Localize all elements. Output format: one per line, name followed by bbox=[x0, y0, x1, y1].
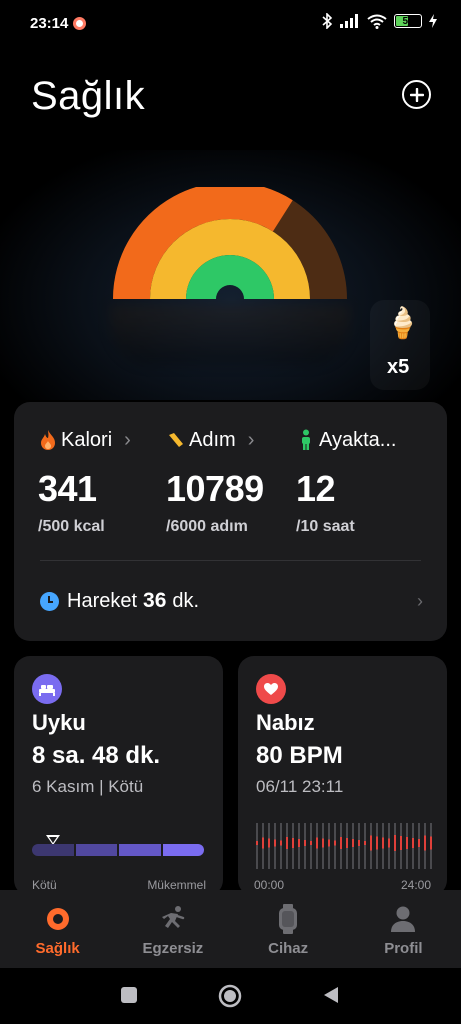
move-label: Hareket bbox=[67, 589, 138, 612]
sleep-quality-bar bbox=[32, 844, 204, 856]
bluetooth-icon bbox=[322, 13, 333, 29]
metric-calories[interactable]: Kalori › 341 /500 kcal bbox=[38, 428, 131, 536]
metric-value: 341 bbox=[38, 468, 97, 509]
rings-reflection bbox=[110, 305, 350, 365]
sleep-card[interactable]: Uyku 8 sa. 48 dk. 6 Kasım | Kötü Kötü Mü… bbox=[14, 656, 223, 896]
metric-standing[interactable]: Ayakta... 12 /10 saat bbox=[296, 428, 396, 536]
nav-item-saglik[interactable]: Sağlık bbox=[0, 890, 115, 968]
sleep-bar-segment bbox=[32, 844, 74, 856]
nav-item-egzersiz[interactable]: Egzersiz bbox=[115, 890, 230, 968]
heart-rate-chart bbox=[256, 823, 432, 869]
heart-rate-title: Nabız bbox=[256, 710, 315, 735]
sleep-subtitle: 6 Kasım | Kötü bbox=[32, 777, 144, 796]
wifi-icon bbox=[367, 14, 387, 29]
status-bar: 23:14 52 bbox=[0, 0, 461, 48]
move-unit: dk. bbox=[172, 589, 200, 612]
sleep-bar-segment bbox=[119, 844, 161, 856]
clock-icon bbox=[40, 591, 59, 611]
metric-goal: /10 saat bbox=[296, 518, 355, 535]
metric-value: 12 bbox=[296, 468, 336, 509]
page-title: Sağlık bbox=[31, 74, 146, 118]
plus-icon bbox=[409, 87, 424, 102]
nav-item-cihaz[interactable]: Cihaz bbox=[231, 890, 346, 968]
back-icon[interactable] bbox=[322, 986, 340, 1004]
flame-icon bbox=[41, 430, 55, 450]
chevron-right-icon: › bbox=[124, 428, 131, 451]
charging-icon bbox=[429, 14, 437, 28]
nav-item-profil[interactable]: Profil bbox=[346, 890, 461, 968]
heart-rate-time: 06/11 23:11 bbox=[256, 777, 344, 796]
battery-level: 52 bbox=[402, 15, 414, 27]
profile-icon bbox=[388, 904, 418, 934]
heart-rate-card[interactable]: Nabız 80 BPM 06/11 23:11 00:00 24:00 bbox=[238, 656, 447, 896]
battery-icon: 52 bbox=[394, 14, 422, 28]
watch-icon bbox=[273, 904, 303, 934]
divider bbox=[40, 560, 421, 561]
heart-rate-value: 80 BPM bbox=[256, 742, 343, 769]
chevron-right-icon: › bbox=[247, 428, 255, 451]
status-icons: 52 bbox=[322, 13, 437, 29]
metric-goal: /500 kcal bbox=[38, 518, 105, 535]
running-icon bbox=[158, 904, 188, 934]
health-ring-icon bbox=[43, 904, 73, 934]
chevron-right-icon: › bbox=[417, 590, 423, 611]
person-standing-icon bbox=[302, 429, 310, 450]
sleep-value: 8 sa. 48 dk. bbox=[32, 742, 161, 769]
add-button[interactable] bbox=[402, 80, 431, 109]
recording-indicator-icon bbox=[73, 17, 86, 30]
nav-label: Sağlık bbox=[35, 940, 80, 957]
activity-card[interactable]: Kalori › 341 /500 kcal Adım › 10789 /600… bbox=[14, 402, 447, 641]
heart-icon bbox=[256, 674, 286, 704]
metric-steps[interactable]: Adım › 10789 /6000 adım bbox=[166, 428, 264, 536]
bottom-nav: Sağlık Egzersiz Cihaz Profil bbox=[0, 890, 461, 968]
treat-count: x5 bbox=[387, 356, 410, 378]
move-value: 36 bbox=[143, 589, 167, 612]
activity-rings[interactable] bbox=[110, 187, 350, 307]
metric-value: 10789 bbox=[166, 468, 264, 509]
nav-label: Profil bbox=[384, 940, 423, 957]
metric-goal: /6000 adım bbox=[166, 518, 248, 535]
status-time: 23:14 bbox=[30, 15, 69, 32]
metric-label: Ayakta... bbox=[319, 428, 397, 451]
recent-apps-icon[interactable] bbox=[120, 986, 138, 1004]
bed-icon bbox=[32, 674, 62, 704]
signal-icon bbox=[340, 14, 358, 28]
nav-label: Egzersiz bbox=[142, 940, 204, 957]
sleep-bar-segment bbox=[162, 844, 204, 856]
system-nav-bar bbox=[0, 968, 461, 1024]
sleep-title: Uyku bbox=[32, 710, 86, 735]
shoe-icon bbox=[169, 433, 183, 447]
sleep-bar-segment bbox=[75, 844, 117, 856]
nav-label: Cihaz bbox=[268, 940, 309, 957]
ice-cream-icon: 🍦 bbox=[384, 307, 422, 340]
metric-label: Kalori bbox=[61, 428, 113, 451]
home-icon[interactable] bbox=[218, 984, 242, 1008]
metric-label: Adım bbox=[189, 428, 236, 451]
move-row[interactable]: Hareket 36 dk. › bbox=[40, 588, 423, 614]
